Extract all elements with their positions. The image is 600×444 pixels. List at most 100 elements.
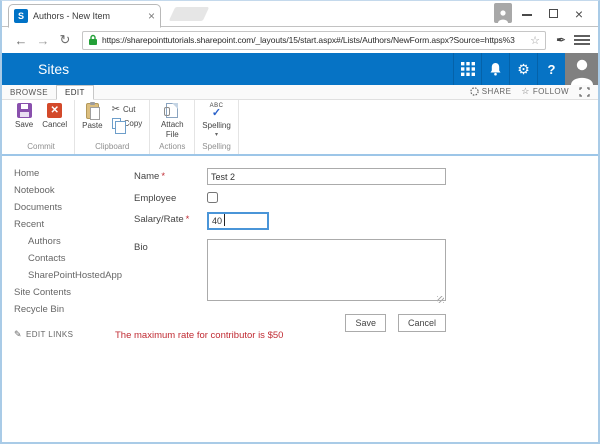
- nav-item-documents[interactable]: Documents: [14, 203, 134, 213]
- browser-window: S Authors - New Item × × ← → ↻ https://s…: [0, 0, 600, 444]
- save-button[interactable]: Save: [15, 103, 33, 129]
- salary-field-label: Salary/Rate *: [134, 214, 190, 225]
- follow-label: FOLLOW: [532, 87, 569, 96]
- address-bar[interactable]: https://sharepointtutorials.sharepoint.c…: [82, 30, 546, 50]
- browser-tab[interactable]: S Authors - New Item ×: [8, 4, 161, 28]
- tab-close-icon[interactable]: ×: [148, 9, 155, 23]
- minimize-button[interactable]: [514, 5, 540, 23]
- group-label-actions: Actions: [159, 142, 186, 151]
- page-content: Home Notebook Documents Recent Authors C…: [2, 156, 598, 440]
- nav-item-sharepointhostedapp[interactable]: SharePointHostedApp: [14, 271, 134, 281]
- person-icon: [498, 10, 508, 23]
- site-title[interactable]: Sites: [38, 61, 69, 77]
- copy-button[interactable]: Copy: [111, 118, 143, 134]
- notifications-bell-icon[interactable]: [481, 53, 509, 85]
- save-icon: [16, 103, 32, 118]
- share-button[interactable]: SHARE: [470, 87, 512, 96]
- resize-grip-icon[interactable]: [437, 296, 444, 303]
- spelling-label: Spelling: [202, 121, 231, 130]
- focus-mode-icon[interactable]: [579, 86, 590, 97]
- share-label: SHARE: [481, 87, 512, 96]
- group-label-spelling: Spelling: [202, 142, 231, 151]
- salary-field[interactable]: [207, 212, 269, 230]
- browser-menu-icon[interactable]: [574, 33, 590, 47]
- sharepoint-favicon-icon: S: [14, 9, 28, 23]
- suite-bar-icons: ⚙ ?: [453, 53, 598, 85]
- tab-browse[interactable]: BROWSE: [2, 86, 56, 99]
- ribbon-group-spelling: ABC ✓ Spelling ▾ Spelling: [195, 100, 239, 154]
- new-tab-button[interactable]: [168, 7, 210, 21]
- share-icon: [470, 87, 479, 96]
- maximize-button[interactable]: [540, 5, 566, 23]
- person-icon: [570, 59, 593, 85]
- employee-field-label: Employee: [134, 193, 177, 204]
- user-avatar[interactable]: [565, 53, 598, 85]
- cut-label: Cut: [123, 105, 136, 114]
- cancel-label: Cancel: [42, 120, 68, 129]
- validation-error-message: The maximum rate for contributor is $50: [115, 330, 284, 341]
- dropdown-arrow-icon: ▾: [215, 132, 219, 138]
- window-close-button[interactable]: ×: [566, 6, 592, 22]
- group-label-commit: Commit: [27, 142, 55, 151]
- edit-links-label: EDIT LINKS: [25, 330, 74, 339]
- name-field-label: Name *: [134, 171, 166, 182]
- spelling-icon: ABC ✓: [209, 103, 224, 119]
- nav-item-home[interactable]: Home: [14, 169, 134, 179]
- browser-toolbar: ← → ↻ https://sharepointtutorials.sharep…: [2, 27, 598, 53]
- forward-icon[interactable]: →: [32, 33, 54, 48]
- app-launcher-icon[interactable]: [453, 53, 481, 85]
- ribbon-tab-actions: SHARE ☆ FOLLOW: [470, 86, 598, 99]
- tab-title: Authors - New Item: [33, 11, 111, 21]
- ribbon: Save ✕ Cancel Commit Paste ✂ Cut Copy Cl…: [2, 100, 598, 156]
- ribbon-group-commit: Save ✕ Cancel Commit: [8, 100, 76, 154]
- bio-field-label: Bio: [134, 242, 148, 253]
- back-icon[interactable]: ←: [10, 33, 32, 48]
- cut-button[interactable]: ✂ Cut: [112, 104, 143, 115]
- paste-label: Paste: [82, 121, 103, 130]
- group-label-clipboard: Clipboard: [95, 142, 130, 151]
- name-field[interactable]: [207, 168, 446, 185]
- ribbon-tab-row: BROWSE EDIT SHARE ☆ FOLLOW: [2, 85, 598, 100]
- nav-item-site-contents[interactable]: Site Contents: [14, 288, 134, 298]
- nav-item-notebook[interactable]: Notebook: [14, 186, 134, 196]
- bio-field[interactable]: [207, 239, 446, 301]
- form-save-button[interactable]: Save: [345, 314, 386, 332]
- reload-icon[interactable]: ↻: [54, 32, 76, 48]
- copy-icon: [111, 118, 126, 134]
- cancel-button[interactable]: ✕ Cancel: [42, 103, 67, 129]
- text-caret: [224, 214, 225, 226]
- follow-button[interactable]: ☆ FOLLOW: [521, 86, 569, 97]
- save-label: Save: [15, 120, 34, 129]
- attach-file-button[interactable]: Attach File: [157, 103, 187, 139]
- tab-edit[interactable]: EDIT: [55, 85, 94, 100]
- employee-checkbox[interactable]: [207, 192, 218, 203]
- cancel-icon: ✕: [47, 103, 63, 118]
- attach-file-label: Attach File: [160, 120, 184, 139]
- ribbon-group-actions: Attach File Actions: [150, 100, 196, 154]
- ribbon-group-clipboard: Paste ✂ Cut Copy Clipboard: [75, 100, 151, 154]
- pencil-icon: ✎: [14, 329, 22, 339]
- settings-gear-icon[interactable]: ⚙: [509, 53, 537, 85]
- bookmark-star-icon[interactable]: ☆: [530, 34, 540, 47]
- new-item-form: Name* Employee Salary/Rate* Bio: [134, 156, 598, 440]
- nav-item-authors[interactable]: Authors: [14, 237, 134, 247]
- window-controls: ×: [514, 1, 592, 27]
- url-text: https://sharepointtutorials.sharepoint.c…: [102, 35, 515, 45]
- follow-star-icon: ☆: [521, 86, 530, 96]
- lock-icon: [89, 34, 97, 45]
- browser-titlebar: S Authors - New Item × ×: [2, 1, 598, 28]
- paste-button[interactable]: Paste: [82, 102, 103, 130]
- left-navigation: Home Notebook Documents Recent Authors C…: [2, 156, 134, 440]
- extension-icon[interactable]: ✒: [552, 33, 570, 47]
- browser-profile-icon[interactable]: [494, 3, 512, 23]
- spelling-button[interactable]: ABC ✓ Spelling ▾: [202, 103, 230, 138]
- form-cancel-button[interactable]: Cancel: [397, 314, 446, 332]
- nav-item-recycle-bin[interactable]: Recycle Bin: [14, 305, 134, 315]
- cut-scissors-icon: ✂: [111, 104, 120, 115]
- copy-label: Copy: [123, 119, 143, 128]
- help-icon[interactable]: ?: [537, 53, 565, 85]
- suite-bar: Sites ⚙ ?: [2, 53, 598, 85]
- nav-item-contacts[interactable]: Contacts: [14, 254, 134, 264]
- attach-file-icon: [164, 103, 179, 118]
- nav-item-recent[interactable]: Recent: [14, 220, 134, 230]
